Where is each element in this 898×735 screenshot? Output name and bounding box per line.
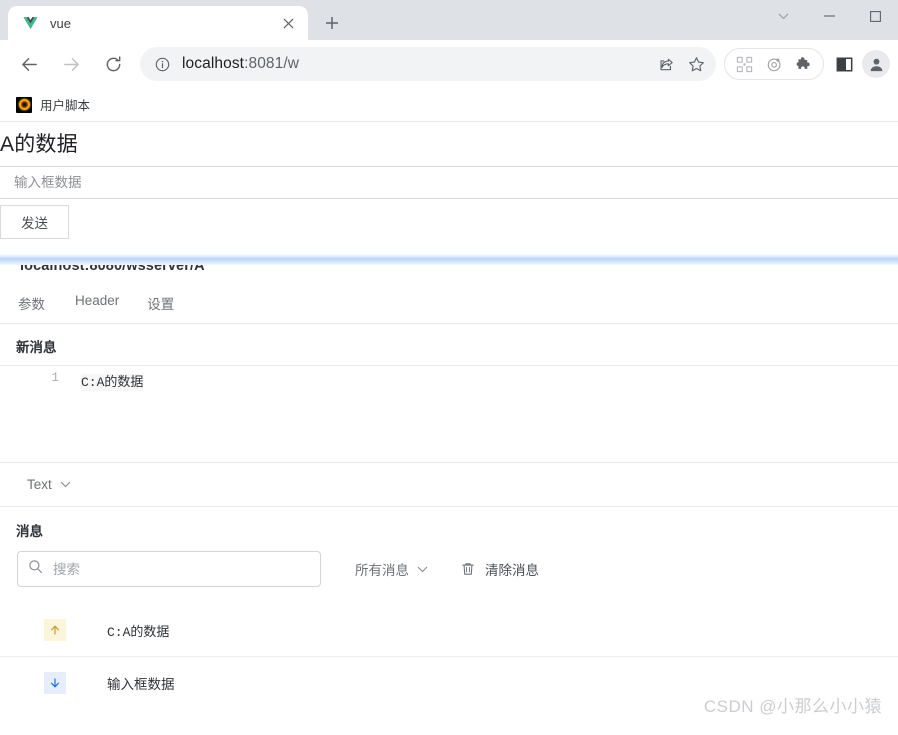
star-icon[interactable] (682, 50, 710, 78)
code-line: C:A的数据 (81, 374, 144, 391)
tab-settings[interactable]: 设置 (133, 293, 188, 323)
messages-title: 消息 (16, 524, 43, 539)
tab-title: vue (50, 15, 71, 31)
tab-strip: vue (0, 0, 898, 40)
new-tab-button[interactable] (318, 9, 346, 37)
close-icon[interactable] (278, 13, 298, 33)
message-filter-dropdown[interactable]: 所有消息 (355, 559, 428, 579)
table-row[interactable]: C:A的数据 (0, 604, 898, 656)
tampermonkey-icon (16, 96, 32, 113)
share-icon[interactable] (652, 50, 680, 78)
new-message-title: 新消息 (16, 340, 57, 355)
browser-tab-vue[interactable]: vue (8, 6, 308, 40)
orbit-icon[interactable] (759, 50, 789, 78)
side-panel-icon[interactable] (828, 48, 860, 80)
browser-toolbar: localhost:8081/w (0, 40, 898, 88)
vue-logo-icon (22, 15, 39, 32)
forward-arrow-icon (54, 47, 88, 81)
address-bar-url: localhost:8081/w (182, 55, 650, 73)
editor-gutter: 1 (0, 366, 68, 462)
trash-icon (460, 561, 476, 577)
info-circle-icon[interactable] (152, 54, 172, 74)
editor-code-area[interactable]: C:A的数据 (68, 366, 898, 462)
tab-params[interactable]: 参数 (18, 293, 61, 323)
url-path: :8081/w (244, 55, 300, 72)
message-text: C:A的数据 (107, 624, 170, 640)
panel-divider (0, 254, 898, 265)
chevron-down-icon[interactable] (760, 0, 806, 32)
filter-label: 所有消息 (355, 563, 409, 578)
search-icon (28, 559, 43, 579)
search-box[interactable] (17, 551, 321, 587)
message-format-row: Text (0, 463, 898, 507)
clear-messages-button[interactable]: 清除消息 (460, 559, 539, 579)
send-button[interactable]: 发送 (0, 205, 69, 239)
arrow-up-icon (44, 619, 66, 641)
browser-window: vue localhost:8081/w 用户脚本 A的数据 输入框数据 发送 … (0, 0, 898, 734)
websocket-tabs: 参数 Header 设置 (0, 274, 898, 324)
minimize-icon[interactable] (806, 0, 852, 32)
tab-header[interactable]: Header (61, 293, 133, 323)
bookmark-item-userscript[interactable]: 用户脚本 (10, 92, 96, 117)
qr-code-icon[interactable] (729, 50, 759, 78)
maximize-icon[interactable] (852, 0, 898, 32)
messages-toolbar: 所有消息 清除消息 (0, 540, 898, 587)
reload-icon[interactable] (96, 47, 130, 81)
page-title: A的数据 (0, 133, 78, 156)
url-host: localhost (182, 55, 245, 72)
clear-messages-label: 清除消息 (485, 563, 539, 578)
message-input[interactable] (0, 166, 898, 199)
account-avatar-icon[interactable] (862, 50, 890, 78)
bookmark-label: 用户脚本 (40, 99, 91, 113)
chevron-down-icon[interactable] (60, 481, 71, 488)
message-editor[interactable]: 1 C:A的数据 (0, 365, 898, 463)
omnibox-actions (650, 50, 710, 78)
search-input[interactable] (53, 561, 310, 577)
message-text: 输入框数据 (107, 676, 175, 692)
extensions-pill (724, 48, 824, 80)
arrow-down-icon (44, 671, 66, 694)
bookmarks-bar: 用户脚本 (0, 88, 898, 122)
format-label: Text (27, 477, 52, 492)
line-number: 1 (51, 371, 59, 385)
puzzle-piece-icon[interactable] (789, 50, 819, 78)
watermark: CSDN @小那么小小猿 (703, 697, 882, 716)
chevron-down-icon (417, 566, 428, 573)
websocket-panel: localhost:8080/wsserver/A 参数 Header 设置 新… (0, 239, 898, 708)
back-arrow-icon[interactable] (12, 47, 46, 81)
page-content: A的数据 发送 localhost:8080/wsserver/A 参数 Hea… (0, 122, 898, 734)
address-bar[interactable]: localhost:8081/w (140, 47, 716, 81)
window-controls (760, 0, 898, 32)
